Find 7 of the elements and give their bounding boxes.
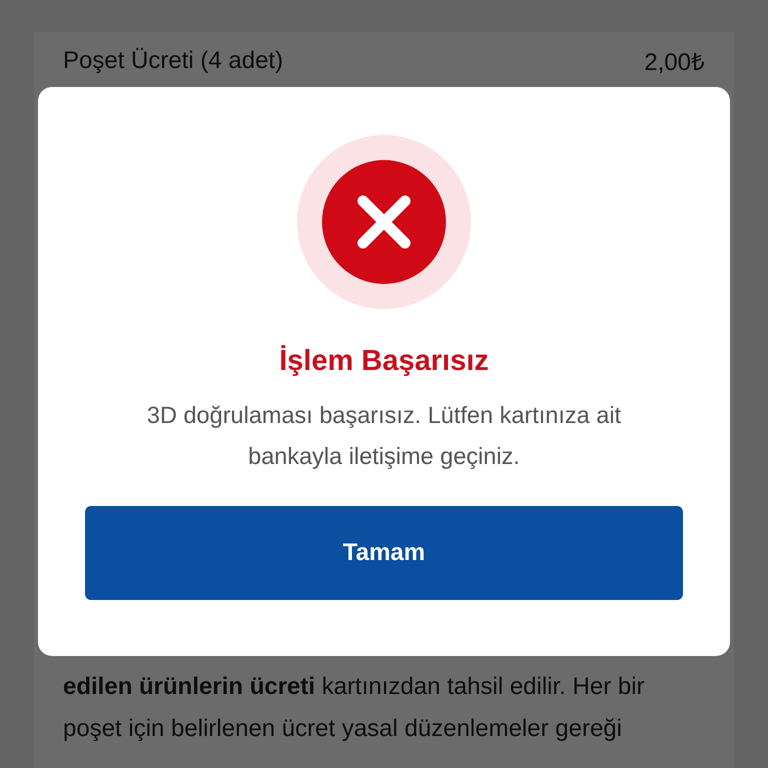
info-paragraph: edilen ürünlerin ücreti kartınızdan tahsil edilir. Her bir poşet için belirlenen ücret yasal düzenlemeler gereği [63, 672, 646, 744]
dialog-title: İşlem Başarısız [279, 344, 489, 379]
error-icon [297, 135, 471, 309]
dialog-message: 3D doğrulaması başarısız. Lütfen kartınıza ait bankayla iletişime geçiniz. [146, 401, 622, 471]
ok-button[interactable]: Tamam [85, 506, 683, 600]
fee-value: 2,00₺ [644, 48, 705, 77]
fee-label: Poşet Ücreti (4 adet) [63, 46, 284, 74]
